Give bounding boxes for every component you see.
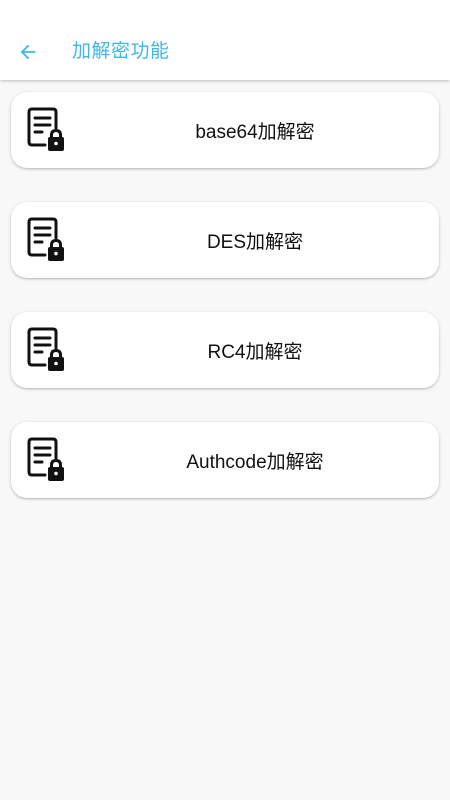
list-item-rc4[interactable]: RC4加解密 bbox=[11, 312, 439, 388]
document-lock-icon bbox=[27, 217, 64, 261]
document-lock-icon bbox=[27, 107, 64, 151]
document-lock-icon bbox=[27, 327, 64, 371]
list-item-authcode[interactable]: Authcode加解密 bbox=[11, 422, 439, 498]
list-item-label: base64加解密 bbox=[195, 121, 315, 143]
document-lock-icon bbox=[27, 437, 64, 481]
app-bar: 加解密功能 bbox=[0, 0, 450, 80]
back-button[interactable] bbox=[14, 38, 42, 66]
list-item-des[interactable]: DES加解密 bbox=[11, 202, 439, 278]
list-item-label: Authcode加解密 bbox=[186, 451, 324, 473]
arrow-left-icon bbox=[20, 44, 36, 60]
list-item-label: RC4加解密 bbox=[207, 341, 303, 363]
page-title: 加解密功能 bbox=[72, 41, 170, 62]
list-item-base64[interactable]: base64加解密 bbox=[11, 92, 439, 168]
list-item-label: DES加解密 bbox=[206, 231, 304, 253]
